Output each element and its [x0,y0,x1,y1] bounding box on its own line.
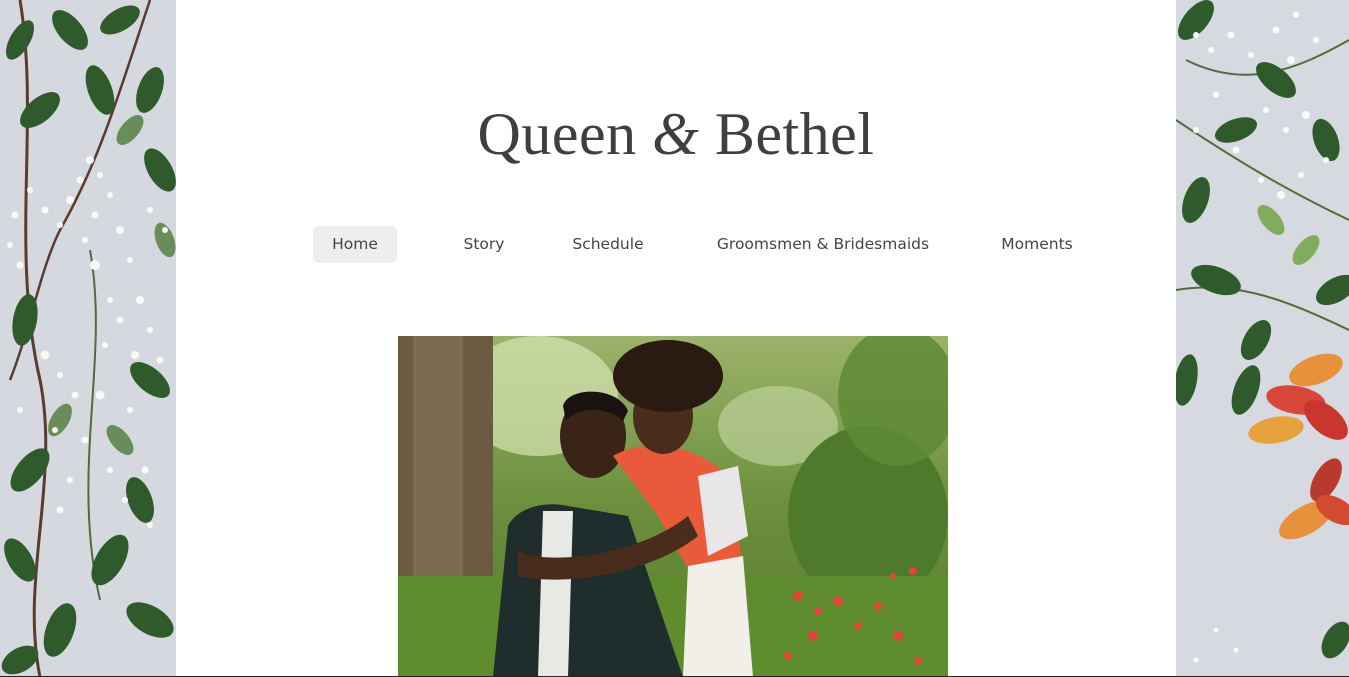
title-name-1: Queen [477,101,637,167]
nav-groomsmen-bridesmaids[interactable]: Groomsmen & Bridesmaids [700,226,946,263]
couple-photo-image [398,336,948,677]
left-floral-border [0,0,176,677]
right-floral-border [1176,0,1349,677]
floral-decoration-right [1176,0,1349,677]
site-title: Queen & Bethel [176,96,1176,172]
title-ampersand: & [652,101,700,167]
floral-decoration-left [0,0,176,677]
nav-home[interactable]: Home [313,226,397,263]
hero-couple-photo [398,336,948,677]
main-nav: Home Story Schedule Groomsmen & Bridesma… [176,226,1176,263]
nav-schedule[interactable]: Schedule [562,226,654,263]
nav-moments[interactable]: Moments [987,226,1087,263]
main-content: Queen & Bethel Home Story Schedule Groom… [176,0,1176,677]
nav-story[interactable]: Story [446,226,522,263]
title-name-2: Bethel [714,101,875,167]
